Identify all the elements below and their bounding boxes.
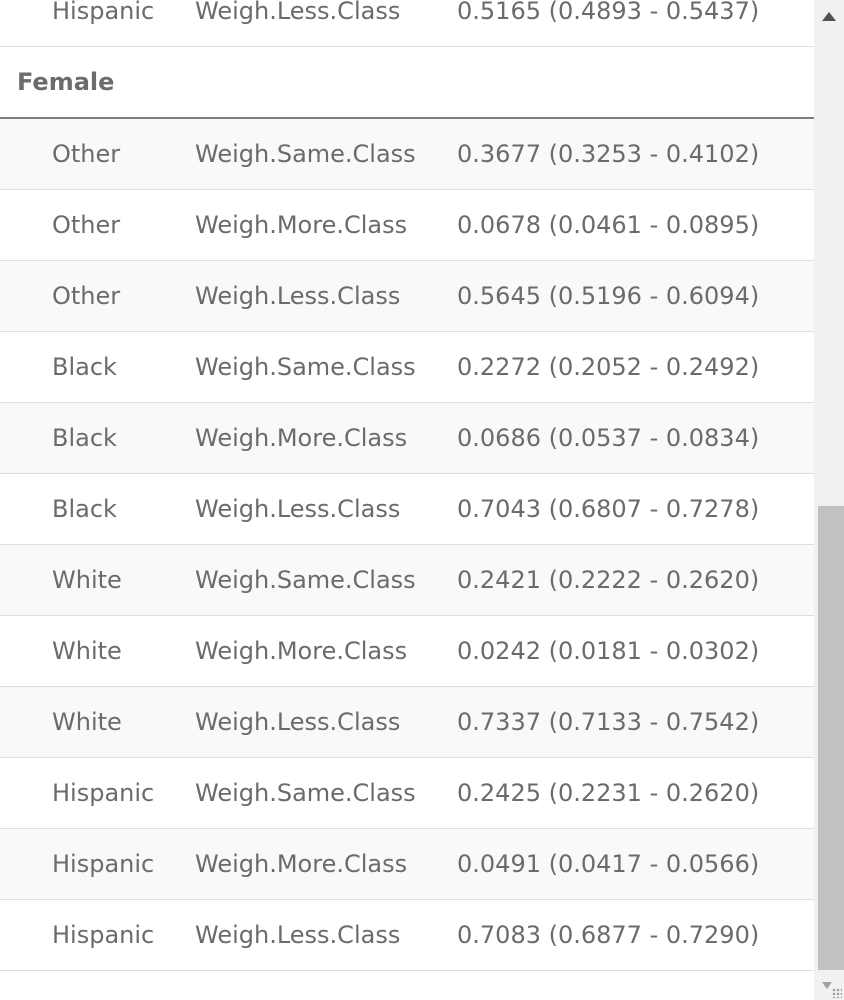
cell-estimate: 0.0491 (0.0417 - 0.0566) (457, 850, 760, 878)
resize-grip-icon[interactable] (832, 988, 842, 998)
cell-comparison: Weigh.More.Class (195, 637, 408, 665)
cell-group: Other (52, 140, 121, 168)
cell-estimate: 0.0686 (0.0537 - 0.0834) (457, 424, 760, 452)
cell-comparison: Weigh.More.Class (195, 850, 408, 878)
cell-group: White (52, 708, 122, 736)
cell-group: Hispanic (52, 850, 155, 878)
cell-group: Other (52, 211, 121, 239)
table-row: Other Weigh.More.Class 0.0678 (0.0461 - … (0, 190, 814, 261)
cell-comparison: Weigh.More.Class (195, 211, 408, 239)
cell-estimate: 0.7043 (0.6807 - 0.7278) (457, 495, 760, 523)
table-row: Hispanic Weigh.Less.Class 0.7083 (0.6877… (0, 900, 814, 971)
cell-estimate: 0.5165 (0.4893 - 0.5437) (457, 0, 760, 25)
triangle-up-icon (822, 12, 836, 21)
table-row: Hispanic Weigh.Same.Class 0.2425 (0.2231… (0, 758, 814, 829)
cell-comparison: Weigh.Less.Class (195, 921, 401, 949)
table-row: Other Weigh.Less.Class 0.5645 (0.5196 - … (0, 261, 814, 332)
triangle-down-icon (822, 982, 832, 989)
cell-comparison: Weigh.Less.Class (195, 282, 401, 310)
results-table-viewport[interactable]: Hispanic Weigh.Less.Class 0.5165 (0.4893… (0, 0, 814, 1000)
scrollbar-thumb[interactable] (818, 506, 844, 970)
cell-group: Other (52, 282, 121, 310)
table-row: Black Weigh.Same.Class 0.2272 (0.2052 - … (0, 332, 814, 403)
table-row: White Weigh.Same.Class 0.2421 (0.2222 - … (0, 545, 814, 616)
cell-group: Black (52, 495, 117, 523)
cell-estimate: 0.0678 (0.0461 - 0.0895) (457, 211, 760, 239)
table-row: White Weigh.Less.Class 0.7337 (0.7133 - … (0, 687, 814, 758)
cell-comparison: Weigh.Less.Class (195, 708, 401, 736)
cell-group: White (52, 637, 122, 665)
table-row: Hispanic Weigh.Less.Class 0.5165 (0.4893… (0, 0, 814, 47)
cell-comparison: Weigh.Same.Class (195, 140, 416, 168)
cell-estimate: 0.3677 (0.3253 - 0.4102) (457, 140, 760, 168)
cell-group: Hispanic (52, 0, 155, 25)
scroll-down-button[interactable] (814, 976, 844, 1000)
cell-estimate: 0.7337 (0.7133 - 0.7542) (457, 708, 760, 736)
cell-estimate: 0.2425 (0.2231 - 0.2620) (457, 779, 760, 807)
cell-comparison: Weigh.Less.Class (195, 495, 401, 523)
group-header-label: Female (17, 68, 115, 96)
scroll-up-button[interactable] (814, 0, 844, 36)
cell-estimate: 0.5645 (0.5196 - 0.6094) (457, 282, 760, 310)
cell-comparison: Weigh.Same.Class (195, 566, 416, 594)
results-table: Hispanic Weigh.Less.Class 0.5165 (0.4893… (0, 0, 814, 971)
group-header-row: Female (0, 47, 814, 119)
cell-group: Black (52, 353, 117, 381)
cell-group: Black (52, 424, 117, 452)
cell-estimate: 0.7083 (0.6877 - 0.7290) (457, 921, 760, 949)
vertical-scrollbar[interactable] (814, 0, 844, 1000)
cell-comparison: Weigh.Same.Class (195, 353, 416, 381)
table-row: Black Weigh.More.Class 0.0686 (0.0537 - … (0, 403, 814, 474)
table-row: Other Weigh.Same.Class 0.3677 (0.3253 - … (0, 119, 814, 190)
cell-group: Hispanic (52, 921, 155, 949)
cell-estimate: 0.2272 (0.2052 - 0.2492) (457, 353, 760, 381)
cell-group: Hispanic (52, 779, 155, 807)
cell-comparison: Weigh.Same.Class (195, 779, 416, 807)
cell-comparison: Weigh.More.Class (195, 424, 408, 452)
cell-group: White (52, 566, 122, 594)
table-row: Hispanic Weigh.More.Class 0.0491 (0.0417… (0, 829, 814, 900)
cell-estimate: 0.0242 (0.0181 - 0.0302) (457, 637, 760, 665)
table-row: Black Weigh.Less.Class 0.7043 (0.6807 - … (0, 474, 814, 545)
cell-estimate: 0.2421 (0.2222 - 0.2620) (457, 566, 760, 594)
table-row: White Weigh.More.Class 0.0242 (0.0181 - … (0, 616, 814, 687)
cell-comparison: Weigh.Less.Class (195, 0, 401, 25)
